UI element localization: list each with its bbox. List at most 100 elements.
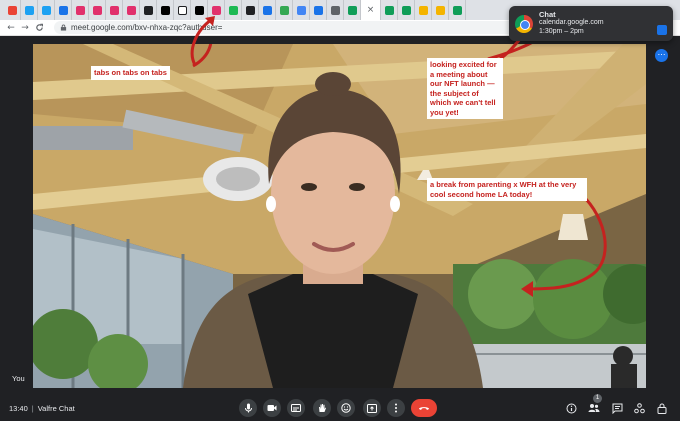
chat-icon (612, 403, 622, 414)
microphone-icon (244, 403, 252, 413)
lock-icon (60, 24, 67, 31)
people-button[interactable] (588, 402, 600, 414)
sheets-icon (384, 5, 394, 15)
instagram-icon (109, 5, 119, 15)
microphone-button[interactable] (239, 399, 257, 417)
browser-tab[interactable] (415, 0, 432, 20)
activities-icon (633, 402, 645, 413)
browser-tab[interactable] (242, 0, 259, 20)
notification-source: calendar.google.com (539, 19, 604, 27)
circle-icon (228, 5, 238, 15)
doc-icon (262, 5, 272, 15)
emoji-button[interactable] (337, 399, 355, 417)
sheets-icon (347, 5, 357, 15)
meeting-details-button[interactable] (565, 402, 577, 414)
link-icon (330, 5, 340, 15)
chrome-icon (515, 14, 533, 33)
browser-tab[interactable] (140, 0, 157, 20)
browser-tab[interactable] (21, 0, 38, 20)
notification-text: Chat calendar.google.com 1:30pm – 2pm (539, 9, 604, 37)
notification-time: 1:30pm – 2pm (539, 27, 584, 35)
browser-tab[interactable] (381, 0, 398, 20)
instagram-icon (92, 5, 102, 15)
browser-tab[interactable] (55, 0, 72, 20)
info-icon (566, 403, 576, 413)
host-controls-icon (657, 403, 667, 414)
calendar-icon (657, 25, 667, 35)
meeting-name: Valfre Chat (37, 404, 75, 413)
annotation-tabs: tabs on tabs on tabs (91, 66, 170, 80)
browser-tab[interactable] (38, 0, 55, 20)
reload-icon (35, 23, 43, 31)
camera-icon (267, 405, 277, 411)
browser-tab[interactable] (4, 0, 21, 20)
chat-button[interactable] (611, 402, 623, 414)
photos-icon (296, 5, 306, 15)
emoji-icon (341, 403, 351, 413)
separator: | (31, 404, 34, 413)
browser-tab[interactable] (72, 0, 89, 20)
browser-tab[interactable] (449, 0, 466, 20)
people-icon (588, 404, 600, 412)
host-controls-button[interactable] (656, 402, 668, 414)
chat-notification[interactable]: Chat calendar.google.com 1:30pm – 2pm (509, 6, 673, 41)
camera-button[interactable] (263, 399, 281, 417)
meeting-info: 13:40 | Valfre Chat (9, 404, 75, 413)
browser-tab[interactable] (432, 0, 449, 20)
address-bar[interactable]: meet.google.com/bxv-nhxa-zqc?authuser= (54, 21, 524, 34)
activities-button[interactable] (633, 402, 645, 414)
browser-tab[interactable] (225, 0, 242, 20)
browser-tab[interactable] (259, 0, 276, 20)
more-options-icon (395, 403, 397, 413)
self-label: You (12, 374, 25, 383)
browser-tab[interactable] (157, 0, 174, 20)
browser-tab[interactable] (276, 0, 293, 20)
tabs-arrow (190, 16, 215, 66)
drive-icon (279, 5, 289, 15)
slides-icon (418, 5, 428, 15)
present-icon (367, 403, 377, 413)
end-call-button[interactable] (411, 399, 437, 417)
calendar-icon (313, 5, 323, 15)
browser-tab[interactable] (123, 0, 140, 20)
end-call-icon (419, 407, 429, 410)
circle-icon (160, 5, 170, 15)
site-icon (143, 5, 153, 15)
twitter-icon (24, 5, 34, 15)
close-icon[interactable]: × (367, 5, 375, 15)
slides-icon (435, 5, 445, 15)
browser-tab[interactable] (293, 0, 310, 20)
screen: × ← → meet.google.com/bxv-nhxa-zqc?authu… (0, 0, 680, 421)
sheets-icon (452, 5, 462, 15)
back-button[interactable]: ← (4, 21, 18, 35)
instagram-icon (126, 5, 136, 15)
browser-tab[interactable] (310, 0, 327, 20)
mail-icon (7, 5, 17, 15)
browser-tab[interactable] (344, 0, 361, 20)
video-frame (33, 44, 646, 388)
instagram-icon (75, 5, 85, 15)
browser-tab[interactable] (89, 0, 106, 20)
browser-tab[interactable] (398, 0, 415, 20)
captions-icon (291, 404, 301, 412)
self-video-feed (33, 44, 646, 388)
sheets-icon (401, 5, 411, 15)
captions-button[interactable] (287, 399, 305, 417)
reload-button[interactable] (32, 21, 46, 35)
forward-button[interactable]: → (18, 21, 32, 35)
more-options-fab[interactable]: ⋯ (655, 49, 668, 62)
more-options-button[interactable] (387, 399, 405, 417)
annotation-meeting: looking excited for a meeting about our … (427, 58, 503, 119)
site-icon (58, 5, 68, 15)
site-icon (245, 5, 255, 15)
raise-hand-icon (319, 404, 326, 412)
active-tab[interactable]: × (361, 0, 381, 20)
browser-tab[interactable] (327, 0, 344, 20)
clock-time: 13:40 (9, 404, 28, 413)
present-button[interactable] (363, 399, 381, 417)
browser-tab[interactable] (106, 0, 123, 20)
twitter-icon (41, 5, 51, 15)
notification-title: Chat (539, 9, 556, 19)
annotation-location: a break from parenting x WFH at the very… (427, 178, 587, 201)
raise-hand-button[interactable] (313, 399, 331, 417)
